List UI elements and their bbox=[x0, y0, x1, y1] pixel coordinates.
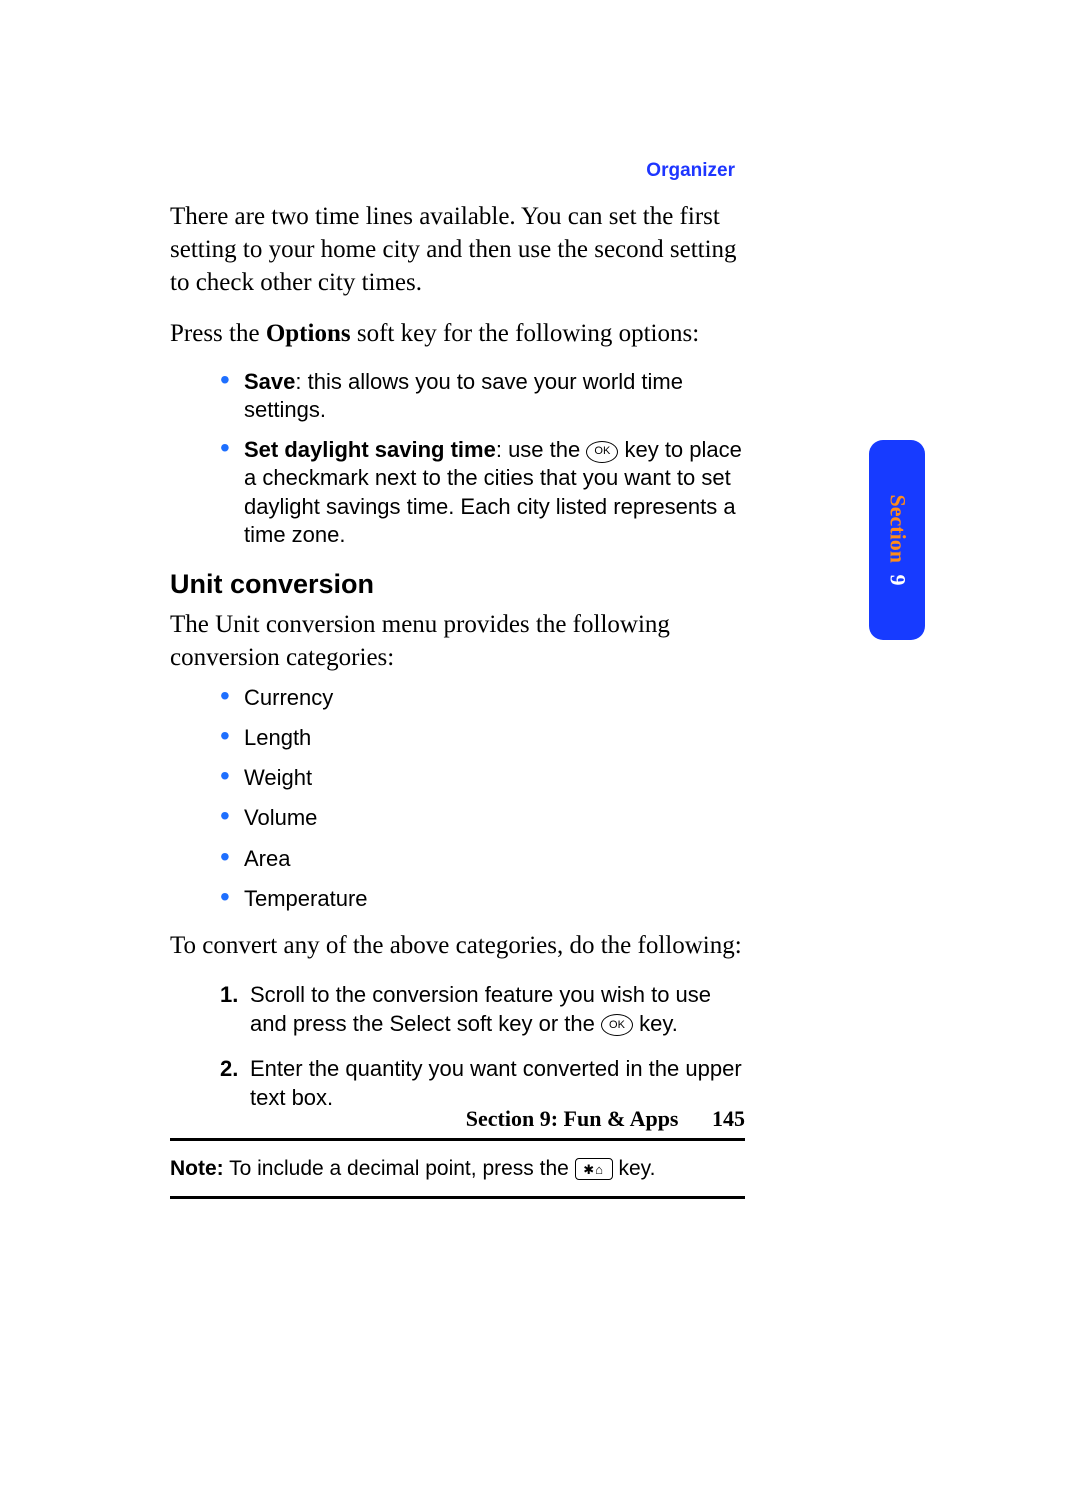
unit-conversion-heading: Unit conversion bbox=[170, 569, 745, 600]
ok-key-icon: OK bbox=[586, 441, 618, 463]
option-save-label: Save bbox=[244, 369, 295, 394]
unit-intro: The Unit conversion menu provides the fo… bbox=[170, 608, 745, 674]
note-block: Note: To include a decimal point, press … bbox=[170, 1138, 745, 1199]
unit-category: Length bbox=[220, 724, 745, 752]
steps-list: Scroll to the conversion feature you wis… bbox=[170, 980, 745, 1112]
ok-key-icon: OK bbox=[601, 1014, 633, 1036]
unit-category: Weight bbox=[220, 764, 745, 792]
intro-paragraph-2: Press the Options soft key for the follo… bbox=[170, 317, 745, 350]
unit-category: Temperature bbox=[220, 885, 745, 913]
footer-title: Section 9: Fun & Apps bbox=[466, 1106, 679, 1131]
unit-category: Area bbox=[220, 845, 745, 873]
option-dst-label: Set daylight saving time bbox=[244, 437, 496, 462]
step-2: Enter the quantity you want converted in… bbox=[220, 1054, 745, 1112]
page-number: 145 bbox=[712, 1106, 745, 1131]
options-list: Save: this allows you to save your world… bbox=[170, 368, 745, 549]
text: soft key or the bbox=[451, 1011, 601, 1036]
text: : this allows you to save your world tim… bbox=[244, 369, 683, 422]
unit-category: Volume bbox=[220, 804, 745, 832]
select-label: Select bbox=[389, 1011, 450, 1036]
intro-paragraph-1: There are two time lines available. You … bbox=[170, 200, 745, 299]
text: : use the bbox=[496, 437, 587, 462]
unit-cta: To convert any of the above categories, … bbox=[170, 929, 745, 962]
option-save: Save: this allows you to save your world… bbox=[220, 368, 745, 424]
content: There are two time lines available. You … bbox=[170, 200, 745, 1199]
text: key. bbox=[633, 1011, 678, 1036]
section-tab-text: Section 9 bbox=[884, 495, 910, 586]
page: Organizer Section 9 There are two time l… bbox=[0, 0, 1080, 1492]
star-key-icon: ✱⌂ bbox=[575, 1158, 613, 1180]
text: soft key for the following options: bbox=[351, 320, 700, 347]
text: Press the bbox=[170, 320, 266, 347]
step-1: Scroll to the conversion feature you wis… bbox=[220, 980, 745, 1038]
page-footer: Section 9: Fun & Apps 145 bbox=[170, 1106, 745, 1132]
unit-category: Currency bbox=[220, 684, 745, 712]
note-label: Note: bbox=[170, 1157, 224, 1180]
section-tab: Section 9 bbox=[869, 440, 925, 640]
option-dst: Set daylight saving time: use the OK key… bbox=[220, 436, 745, 549]
section-tab-label: Section bbox=[885, 495, 910, 563]
header-label: Organizer bbox=[646, 160, 735, 182]
unit-categories: Currency Length Weight Volume Area Tempe… bbox=[170, 684, 745, 913]
text: To include a decimal point, press the bbox=[224, 1157, 575, 1180]
section-tab-number: 9 bbox=[885, 574, 910, 585]
options-label: Options bbox=[266, 320, 351, 347]
text: key. bbox=[613, 1157, 656, 1180]
